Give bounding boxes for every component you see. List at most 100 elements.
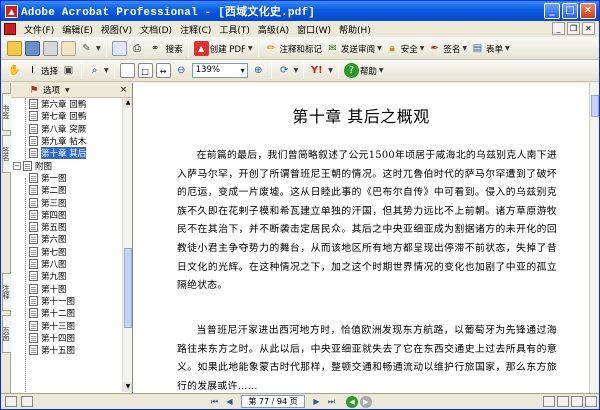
previous-view-icon[interactable]: ◀	[346, 395, 358, 408]
first-page-button[interactable]: ⏮	[208, 396, 221, 408]
bookmark-item-selected[interactable]: 第十章 其后	[29, 147, 87, 160]
magnifier-icon: ⌕	[91, 65, 98, 76]
menu-comments[interactable]: 注释(C)	[176, 23, 215, 36]
bookmark-item[interactable]: 第二图	[29, 184, 67, 196]
email-icon[interactable]	[61, 41, 76, 56]
facing-icon[interactable]	[571, 396, 583, 407]
scroll-up-icon[interactable]: ▲	[123, 98, 132, 108]
menu-advanced[interactable]: 高级(A)	[254, 23, 293, 36]
search-button[interactable]: 搜索	[166, 43, 183, 55]
panel-close-icon[interactable]: ×	[120, 85, 127, 95]
sign-button[interactable]: ✒ 签名 ▼	[427, 41, 467, 56]
maximize-button[interactable]: □	[562, 3, 578, 19]
create-pdf-button[interactable]: ▲ 创建 PDF ▼	[193, 41, 253, 56]
page-size-icon[interactable]	[5, 396, 17, 407]
scroll-thumb[interactable]	[124, 248, 132, 328]
menu-tools[interactable]: 工具(T)	[215, 23, 254, 36]
menu-document[interactable]: 文档(D)	[136, 23, 176, 36]
bookmark-item[interactable]: 第三图	[29, 196, 67, 209]
print-button[interactable]: ⎙表单	[130, 41, 145, 56]
snapshot-icon[interactable]: ▣	[61, 63, 76, 78]
bookmark-item[interactable]: 第九图	[29, 270, 67, 282]
rotate-button[interactable]: ⟳ ▼	[277, 63, 298, 78]
bookmark-item[interactable]: 第十二图	[29, 307, 75, 319]
bookmark-item[interactable]: 第八章 突厥	[29, 123, 86, 135]
toolbar-separator	[105, 40, 107, 57]
tab-comments[interactable]: 注释	[2, 273, 11, 311]
save-icon[interactable]	[25, 41, 40, 56]
document-menu-icon[interactable]	[4, 23, 16, 35]
bookmark-group-appendix[interactable]: − 附图	[13, 160, 52, 172]
yahoo-icon[interactable]: Y!	[309, 63, 324, 78]
tab-pages[interactable]: 页面	[2, 315, 11, 353]
select-tool-button[interactable]: I 选择	[25, 63, 58, 78]
print-icon[interactable]	[43, 41, 58, 56]
zoom-in-icon[interactable]: ⊕	[251, 63, 266, 78]
actual-size-icon[interactable]	[119, 63, 135, 78]
single-page-icon[interactable]	[543, 396, 555, 407]
forms-label: 表单	[485, 44, 503, 55]
minimize-button[interactable]: _	[544, 3, 560, 19]
last-page-button[interactable]: ⏭	[325, 396, 338, 408]
help-button[interactable]: ? 帮助 ▼	[343, 63, 384, 78]
scroll-down-icon[interactable]: ▼	[123, 382, 132, 392]
zoom-out-icon[interactable]: ⊖	[174, 63, 189, 78]
bookmark-item[interactable]: 第十五图	[29, 344, 75, 356]
bookmark-item[interactable]: 第五图	[29, 221, 67, 233]
bookmark-item[interactable]: 第一图	[29, 172, 67, 184]
title-bar[interactable]: ▲ Adobe Acrobat Professional - [西域文化史.pd…	[1, 1, 599, 21]
organizer-icon[interactable]	[111, 41, 127, 56]
forms-button[interactable]: ▤ 表单 ▼	[470, 41, 510, 56]
open-folder-icon[interactable]	[7, 41, 22, 56]
bookmark-item[interactable]: 第九章 帖木	[29, 135, 86, 147]
document-scrollbar[interactable]	[589, 83, 599, 393]
bookmark-item[interactable]: 第十三图	[29, 319, 75, 332]
document-scroll-thumb[interactable]	[591, 95, 599, 117]
collapse-icon[interactable]: −	[13, 161, 21, 170]
fit-width-icon[interactable]: ↔	[155, 63, 171, 78]
menu-edit[interactable]: 编辑(E)	[58, 23, 97, 36]
doc-close-button[interactable]: ✕	[582, 22, 595, 35]
bookmark-item[interactable]: 第四图	[29, 209, 67, 221]
page-number-field[interactable]: 第 77 / 94 页	[241, 395, 305, 408]
tab-signatures[interactable]: 签名	[2, 135, 11, 173]
bookmark-item[interactable]: 第七图	[29, 246, 67, 258]
bookmark-item[interactable]: 第十一图	[29, 295, 75, 307]
bookmark-item[interactable]: 第十四图	[29, 332, 75, 344]
bookmark-item[interactable]: 第六章 回鹘	[29, 98, 86, 110]
help-label: 帮助	[359, 66, 377, 77]
next-page-button[interactable]: ▶	[310, 396, 323, 408]
hand-tool-button[interactable]: ✋	[7, 63, 22, 78]
doc-restore-button[interactable]: ❐	[567, 22, 580, 35]
secure-button[interactable]: 🔒︎ 安全 ▼	[385, 41, 425, 56]
bookmark-scrollbar[interactable]: ▲ ▼	[122, 98, 132, 392]
bookmark-item[interactable]: 第十图	[29, 283, 67, 295]
doc-minimize-button[interactable]: _	[552, 22, 565, 35]
close-button[interactable]: ✕	[580, 3, 596, 19]
options-menu[interactable]: 选项	[43, 84, 60, 96]
comment-markup-button[interactable]: ✏ 注释和标记	[264, 41, 322, 56]
layout-icon[interactable]	[21, 396, 33, 407]
tab-bookmarks[interactable]: 书签	[2, 93, 11, 131]
menu-view[interactable]: 视图(V)	[97, 23, 136, 36]
send-review-button[interactable]: ✉ 发送审阅 ▼	[325, 41, 381, 56]
previous-page-button[interactable]: ◀	[223, 396, 236, 408]
attach-button[interactable]: ✎ ▼	[79, 41, 100, 56]
binoculars-button[interactable]: ⚭	[148, 41, 163, 56]
bookmark-item[interactable]: 第八图	[29, 258, 67, 270]
continuous-facing-icon[interactable]	[585, 396, 597, 407]
zoom-tool-button[interactable]: ⌕ ▼	[87, 63, 109, 78]
bookmark-options-icon[interactable]: ⚑	[29, 83, 39, 98]
acrobat-app-icon: ▲	[5, 4, 18, 18]
next-view-icon[interactable]: ▶	[360, 395, 372, 408]
bookmark-item[interactable]: 第七章 回鹘	[29, 110, 86, 122]
document-page[interactable]: 第十章 其后之概观 在前篇的最后，我们曾简略叙述了公元1500年顷居于咸海北的乌…	[133, 83, 589, 393]
zoom-level-select[interactable]: 139%	[191, 63, 248, 78]
bookmark-item[interactable]: 第六图	[29, 233, 67, 245]
menu-file[interactable]: 文件(F)	[20, 23, 58, 36]
forms-icon: ▤	[472, 43, 483, 54]
menu-window[interactable]: 窗口(W)	[293, 23, 335, 36]
menu-help[interactable]: 帮助(H)	[335, 23, 375, 36]
fit-page-icon[interactable]: □	[137, 63, 153, 78]
continuous-icon[interactable]	[557, 396, 569, 407]
